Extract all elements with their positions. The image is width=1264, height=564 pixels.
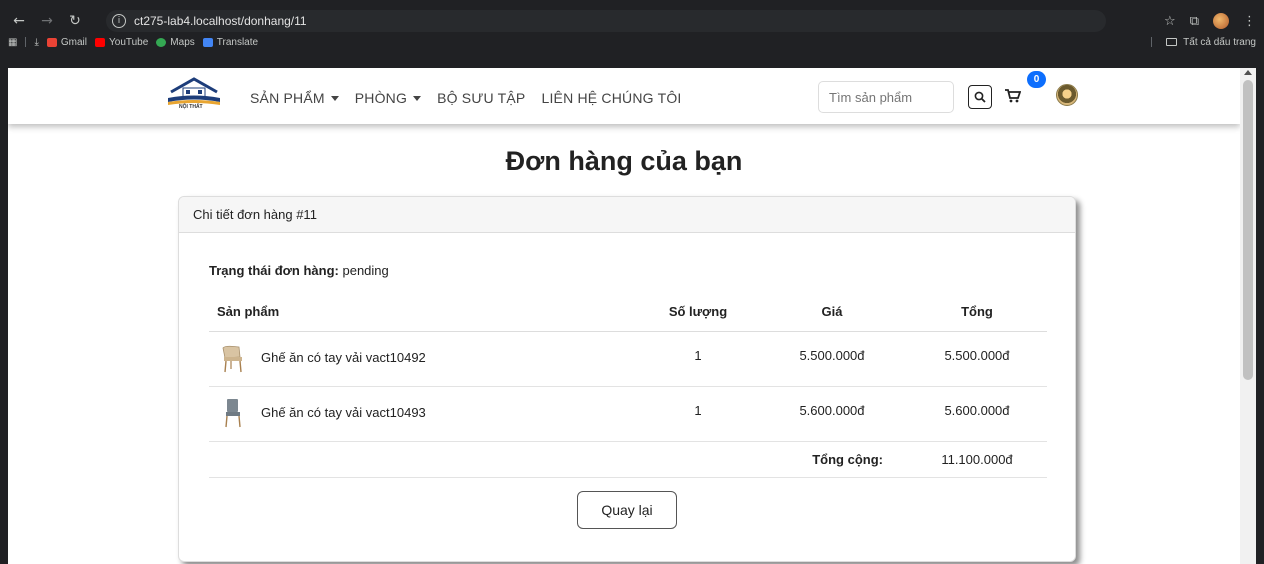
scroll-up-arrow-icon[interactable] bbox=[1244, 70, 1252, 75]
order-status-label: Trạng thái đơn hàng: bbox=[209, 263, 339, 278]
apps-grid-icon[interactable]: ▦ bbox=[8, 37, 17, 48]
menu-label: SẢN PHẨM bbox=[250, 90, 325, 106]
cart-count-badge: 0 bbox=[1027, 71, 1046, 88]
bookmark-translate[interactable]: Translate bbox=[202, 36, 259, 48]
qty-cell: 1 bbox=[639, 386, 757, 442]
scroll-thumb[interactable] bbox=[1243, 80, 1253, 380]
forward-arrow-icon[interactable]: → bbox=[36, 10, 58, 32]
profile-avatar[interactable] bbox=[1213, 13, 1229, 29]
menu-lien-he[interactable]: LIÊN HỆ CHÚNG TÔI bbox=[541, 90, 681, 106]
site-info-icon[interactable]: i bbox=[112, 14, 126, 28]
site-logo[interactable]: NỘI THẤT bbox=[165, 76, 223, 116]
bookmark-gmail[interactable]: Gmail bbox=[46, 36, 87, 48]
column-header-total: Tổng bbox=[907, 293, 1047, 332]
menu-label: BỘ SƯU TẬP bbox=[437, 90, 526, 106]
bookmarks-bar: ▦ ⤓ Gmail YouTube Maps Translate Tất cả … bbox=[0, 36, 1264, 48]
browser-frame bbox=[0, 48, 1264, 68]
user-avatar[interactable] bbox=[1056, 84, 1078, 106]
extensions-icon[interactable]: ⧉ bbox=[1190, 14, 1199, 29]
back-button[interactable]: Quay lại bbox=[577, 491, 677, 529]
product-cell: Ghế ăn có tay vải vact10493 bbox=[209, 386, 639, 442]
page-scrollbar[interactable] bbox=[1240, 68, 1256, 564]
back-arrow-icon[interactable]: ← bbox=[8, 10, 30, 32]
column-header-product: Sản phẩm bbox=[209, 293, 639, 332]
browser-toolbar: ← → ↻ i ct275-lab4.localhost/donhang/11 … bbox=[0, 0, 1264, 48]
order-status-value: pending bbox=[342, 263, 389, 278]
logo-text: NỘI THẤT bbox=[179, 104, 203, 110]
table-header-row: Sản phẩm Số lượng Giá Tổng bbox=[209, 293, 1047, 332]
column-header-price: Giá bbox=[757, 293, 907, 332]
grand-total-value: 11.100.000đ bbox=[907, 441, 1047, 478]
site-navbar: NỘI THẤT SẢN PHẨM PHÒNG BỘ SƯU TẬP LIÊN … bbox=[8, 68, 1240, 124]
youtube-icon bbox=[95, 37, 105, 47]
folder-icon bbox=[1166, 38, 1178, 46]
address-bar[interactable]: i ct275-lab4.localhost/donhang/11 bbox=[106, 10, 1106, 32]
house-logo-icon bbox=[168, 77, 220, 105]
grand-total-row: Tổng cộng: 11.100.000đ bbox=[209, 441, 1047, 478]
bookmark-star-icon[interactable]: ☆ bbox=[1164, 14, 1176, 29]
menu-label: LIÊN HỆ CHÚNG TÔI bbox=[541, 90, 682, 106]
maps-icon bbox=[156, 37, 167, 47]
chair-beige-icon bbox=[222, 345, 242, 372]
caret-down-icon bbox=[413, 95, 422, 101]
all-bookmarks-label: Tất cả dấu trang bbox=[1183, 36, 1256, 48]
order-card-header: Chi tiết đơn hàng #11 bbox=[179, 197, 1075, 233]
total-cell: 5.600.000đ bbox=[907, 386, 1047, 442]
order-status: Trạng thái đơn hàng: pending bbox=[209, 263, 389, 278]
menu-label: PHÒNG bbox=[354, 90, 408, 106]
page-title: Đơn hàng của bạn bbox=[505, 146, 743, 176]
chair-grey-icon bbox=[225, 398, 241, 427]
table-row: Ghế ăn có tay vải vact10493 1 5.600.000đ… bbox=[209, 386, 1047, 442]
bookmark-divider bbox=[1151, 37, 1153, 47]
main-menu: SẢN PHẨM PHÒNG BỘ SƯU TẬP LIÊN HỆ CHÚNG … bbox=[250, 90, 682, 106]
grand-total-label: Tổng cộng: bbox=[757, 441, 907, 478]
bookmark-label: YouTube bbox=[109, 36, 149, 48]
page-viewport: NỘI THẤT SẢN PHẨM PHÒNG BỘ SƯU TẬP LIÊN … bbox=[8, 68, 1240, 564]
browser-frame-right bbox=[1256, 48, 1264, 564]
caret-down-icon bbox=[330, 95, 339, 101]
bookmark-maps[interactable]: Maps bbox=[156, 36, 195, 48]
price-cell: 5.600.000đ bbox=[757, 386, 907, 442]
search-input[interactable] bbox=[818, 81, 954, 113]
search-icon bbox=[974, 91, 986, 103]
all-bookmarks[interactable]: Tất cả dấu trang bbox=[1143, 37, 1256, 48]
search-button[interactable] bbox=[968, 85, 992, 109]
price-cell: 5.500.000đ bbox=[757, 331, 907, 387]
product-cell: Ghế ăn có tay vải vact10492 bbox=[209, 331, 639, 387]
table-row: Ghế ăn có tay vải vact10492 1 5.500.000đ… bbox=[209, 331, 1047, 387]
order-items-table: Sản phẩm Số lượng Giá Tổng Ghế ăn có tay… bbox=[209, 293, 1047, 478]
product-name: Ghế ăn có tay vải vact10492 bbox=[261, 350, 426, 365]
menu-phong[interactable]: PHÒNG bbox=[354, 90, 422, 106]
cart-icon[interactable] bbox=[1005, 89, 1021, 103]
gmail-icon bbox=[46, 37, 57, 47]
url-text[interactable]: ct275-lab4.localhost/donhang/11 bbox=[134, 14, 307, 28]
menu-bo-suu-tap[interactable]: BỘ SƯU TẬP bbox=[437, 90, 525, 106]
product-name: Ghế ăn có tay vải vact10493 bbox=[261, 405, 426, 420]
browser-frame-left bbox=[0, 48, 8, 564]
qty-cell: 1 bbox=[639, 331, 757, 387]
download-icon[interactable]: ⤓ bbox=[34, 37, 38, 48]
empty-cell bbox=[639, 441, 757, 478]
order-card: Chi tiết đơn hàng #11 Trạng thái đơn hàn… bbox=[178, 196, 1076, 562]
bookmark-divider bbox=[25, 37, 27, 47]
bookmark-label: Gmail bbox=[60, 36, 87, 48]
total-cell: 5.500.000đ bbox=[907, 331, 1047, 387]
bookmark-label: Maps bbox=[170, 36, 195, 48]
translate-icon bbox=[202, 37, 213, 47]
bookmark-label: Translate bbox=[216, 36, 259, 48]
menu-san-pham[interactable]: SẢN PHẨM bbox=[250, 90, 339, 106]
bookmark-youtube[interactable]: YouTube bbox=[95, 37, 148, 48]
column-header-qty: Số lượng bbox=[639, 293, 757, 332]
menu-kebab-icon[interactable]: ⋮ bbox=[1243, 14, 1256, 29]
reload-icon[interactable]: ↻ bbox=[64, 10, 86, 32]
empty-cell bbox=[209, 441, 639, 478]
